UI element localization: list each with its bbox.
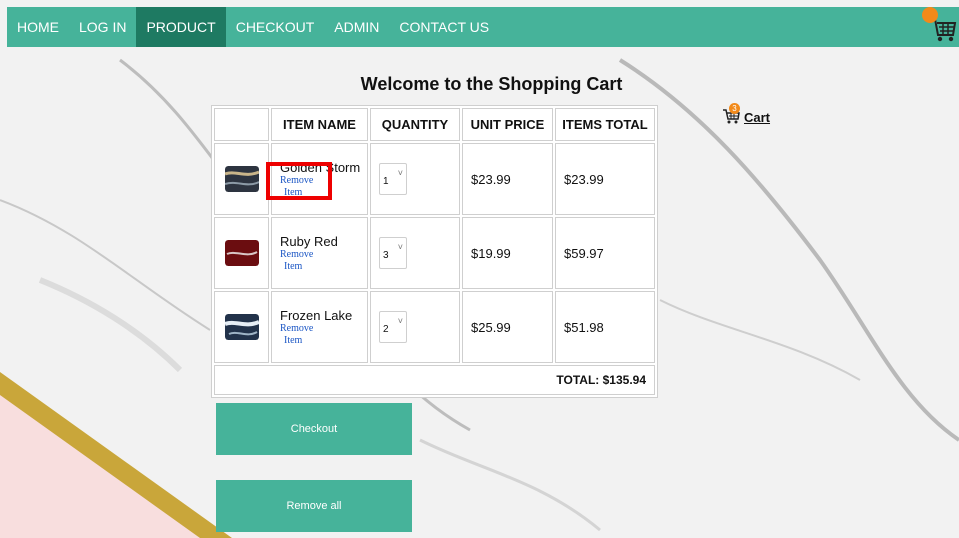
remove-item-link-line2[interactable]: Item bbox=[280, 261, 367, 273]
quantity-value: 1 bbox=[383, 176, 389, 187]
remove-item-link-line2[interactable]: Item bbox=[280, 335, 367, 347]
chevron-down-icon: ˅ bbox=[397, 168, 403, 178]
cart-link[interactable]: 3 Cart bbox=[722, 103, 770, 125]
unit-price-cell: $23.99 bbox=[462, 143, 553, 215]
quantity-value: 2 bbox=[383, 324, 389, 335]
cart-notification-dot bbox=[922, 7, 938, 23]
remove-item-link[interactable]: Remove bbox=[280, 249, 367, 261]
unit-price-cell: $25.99 bbox=[462, 291, 553, 363]
unit-price-cell: $19.99 bbox=[462, 217, 553, 289]
items-total-cell: $51.98 bbox=[555, 291, 655, 363]
quantity-cell: 3 ˅ bbox=[370, 217, 460, 289]
item-name: Frozen Lake bbox=[280, 307, 353, 323]
nav-home[interactable]: HOME bbox=[7, 7, 69, 47]
nav-contact-us[interactable]: CONTACT US bbox=[389, 7, 499, 47]
checkout-button[interactable]: Checkout bbox=[216, 403, 412, 455]
quantity-select[interactable]: 2 ˅ bbox=[379, 311, 407, 343]
header-item-name: ITEM NAME bbox=[271, 108, 368, 141]
total-row: TOTAL: $135.94 bbox=[214, 365, 655, 395]
nav-checkout[interactable]: CHECKOUT bbox=[226, 7, 325, 47]
table-header-row: ITEM NAME QUANTITY UNIT PRICE ITEMS TOTA… bbox=[214, 108, 655, 141]
nav-product[interactable]: PRODUCT bbox=[136, 7, 226, 47]
quantity-cell: 1 ˅ bbox=[370, 143, 460, 215]
quantity-value: 3 bbox=[383, 250, 389, 261]
cart-icon[interactable] bbox=[922, 7, 957, 45]
header-unit-price: UNIT PRICE bbox=[462, 108, 553, 141]
nav-admin[interactable]: ADMIN bbox=[324, 7, 389, 47]
item-name-cell: Ruby Red Remove Item bbox=[271, 217, 368, 289]
quantity-cell: 2 ˅ bbox=[370, 291, 460, 363]
item-image-cell bbox=[214, 291, 269, 363]
chevron-down-icon: ˅ bbox=[397, 316, 403, 326]
table-row: Frozen Lake Remove Item 2 ˅ $25.99 $51.9… bbox=[214, 291, 655, 363]
golden-storm-thumbnail bbox=[224, 166, 259, 192]
header-image bbox=[214, 108, 269, 141]
quantity-select[interactable]: 1 ˅ bbox=[379, 163, 407, 195]
item-image-cell bbox=[214, 143, 269, 215]
items-total-cell: $59.97 bbox=[555, 217, 655, 289]
frozen-lake-thumbnail bbox=[224, 314, 259, 340]
cart-link-label[interactable]: Cart bbox=[744, 110, 770, 125]
header-quantity: QUANTITY bbox=[370, 108, 460, 141]
header-items-total: ITEMS TOTAL bbox=[555, 108, 655, 141]
remove-all-button[interactable]: Remove all bbox=[216, 480, 412, 532]
chevron-down-icon: ˅ bbox=[397, 242, 403, 252]
item-name-cell: Frozen Lake Remove Item bbox=[271, 291, 368, 363]
cart-count-badge: 3 bbox=[729, 103, 740, 114]
quantity-select[interactable]: 3 ˅ bbox=[379, 237, 407, 269]
remove-item-link[interactable]: Remove bbox=[280, 323, 367, 335]
page-title: Welcome to the Shopping Cart bbox=[360, 74, 623, 94]
table-row: Ruby Red Remove Item 3 ˅ $19.99 $59.97 bbox=[214, 217, 655, 289]
remove-item-highlight-box bbox=[266, 162, 332, 200]
nav-login[interactable]: LOG IN bbox=[69, 7, 136, 47]
ruby-red-thumbnail bbox=[224, 240, 259, 266]
item-image-cell bbox=[214, 217, 269, 289]
item-name: Ruby Red bbox=[280, 233, 338, 249]
items-total-cell: $23.99 bbox=[555, 143, 655, 215]
cart-total: TOTAL: $135.94 bbox=[214, 365, 655, 395]
cart-table: ITEM NAME QUANTITY UNIT PRICE ITEMS TOTA… bbox=[211, 105, 658, 398]
top-nav-bar: HOME LOG IN PRODUCT CHECKOUT ADMIN CONTA… bbox=[7, 7, 959, 47]
